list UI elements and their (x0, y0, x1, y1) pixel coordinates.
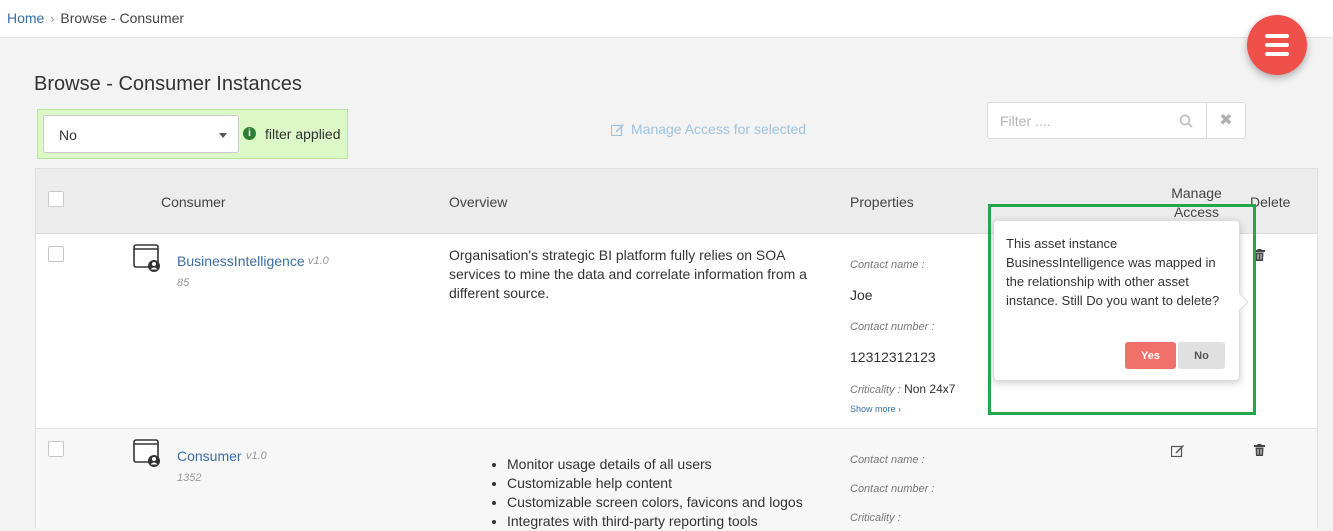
breadcrumb: Home › Browse - Consumer (7, 10, 184, 26)
consumer-name-link[interactable]: Consumer (177, 448, 242, 464)
filter-panel: No i filter applied (37, 109, 348, 159)
page-title: Browse - Consumer Instances (34, 73, 302, 95)
list-item: Monitor usage details of all users (507, 455, 803, 474)
contact-number-value: 12312312123 (850, 349, 936, 365)
column-header-delete: Delete (1250, 194, 1291, 210)
trash-icon[interactable] (1254, 444, 1265, 456)
delete-confirmation-message: This asset instance BusinessIntelligence… (1006, 236, 1220, 308)
column-header-consumer[interactable]: Consumer (161, 194, 226, 210)
consumer-count: 85 (177, 277, 190, 289)
criticality-label: Criticality : (850, 384, 901, 396)
clear-filter-button[interactable]: ✖ (1207, 102, 1246, 139)
filter-select[interactable]: No (43, 115, 239, 153)
trash-icon[interactable] (1254, 249, 1265, 261)
breadcrumb-current: Browse - Consumer (60, 10, 185, 26)
filter-select-value: No (59, 127, 77, 143)
delete-confirmation-popover: This asset instance BusinessIntelligence… (993, 220, 1249, 381)
consumer-overview-list: Monitor usage details of all users Custo… (489, 455, 803, 531)
consumer-overview: Organisation's strategic BI platform ful… (449, 247, 807, 301)
criticality-value: Non 24x7 (904, 382, 956, 396)
chevron-down-icon (219, 133, 227, 138)
row-checkbox[interactable] (48, 441, 64, 457)
breadcrumb-home-link[interactable]: Home (7, 10, 44, 26)
top-bar: Home › Browse - Consumer (0, 0, 1333, 38)
info-circle-icon: i (243, 127, 256, 140)
consumer-version: v1.0 (246, 450, 267, 462)
search-icon (1179, 114, 1193, 128)
manage-access-selected-label: Manage Access for selected (631, 121, 807, 137)
application-user-icon (133, 244, 160, 272)
menu-button[interactable] (1247, 15, 1307, 75)
list-item: Customizable help content (507, 474, 803, 493)
table-row: Consumer v1.0 1352 Monitor usage details… (36, 429, 1317, 529)
confirm-no-button[interactable]: No (1178, 342, 1225, 369)
contact-name-value: Joe (850, 287, 873, 303)
select-all-checkbox[interactable] (48, 191, 64, 207)
column-header-properties[interactable]: Properties (850, 194, 914, 210)
edit-pencil-icon[interactable] (1171, 444, 1185, 457)
edit-pencil-icon (610, 124, 624, 137)
consumer-count: 1352 (177, 472, 202, 484)
contact-name-label: Contact name : (850, 259, 925, 271)
breadcrumb-separator: › (50, 12, 55, 26)
filter-input[interactable] (987, 102, 1207, 139)
filter-status: filter applied (265, 126, 341, 142)
manage-access-selected-button[interactable]: Manage Access for selected (610, 121, 807, 137)
column-header-manage-access: Manage Access (1171, 185, 1222, 220)
list-item: Integrates with third-party reporting to… (507, 512, 803, 531)
criticality-label: Criticality : (850, 512, 901, 524)
consumer-version: v1.0 (308, 255, 329, 267)
criticality: Criticality : Non 24x7 (850, 382, 955, 396)
show-more-link[interactable]: Show more › (850, 404, 901, 414)
row-checkbox[interactable] (48, 246, 64, 262)
list-item: Customizable screen colors, favicons and… (507, 493, 803, 512)
contact-name-label: Contact name : (850, 454, 925, 466)
consumer-name-link[interactable]: BusinessIntelligence (177, 253, 305, 269)
contact-number-label: Contact number : (850, 483, 935, 495)
column-header-overview[interactable]: Overview (449, 194, 507, 210)
close-x-icon: ✖ (1219, 112, 1233, 129)
confirm-yes-button[interactable]: Yes (1125, 342, 1176, 369)
application-user-icon (133, 439, 160, 467)
contact-number-label: Contact number : (850, 321, 935, 333)
